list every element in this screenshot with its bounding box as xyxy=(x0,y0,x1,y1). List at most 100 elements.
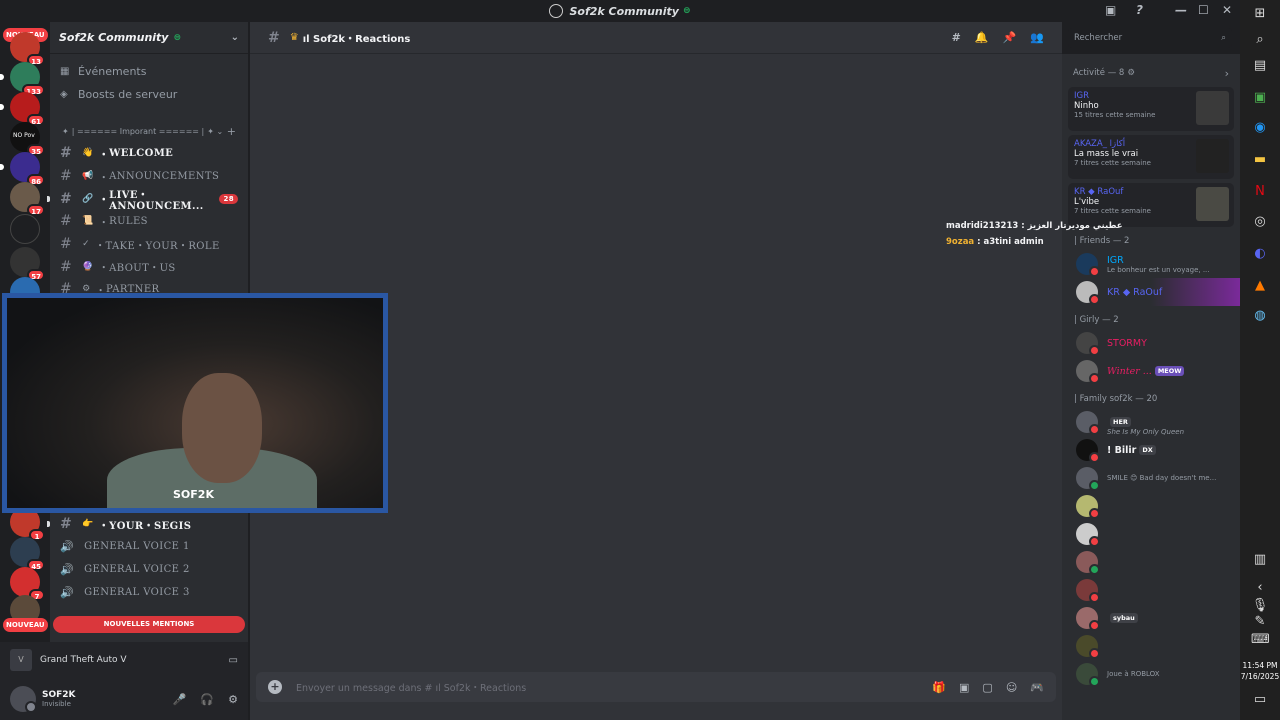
apps-icon[interactable]: 🎮 xyxy=(1030,681,1044,694)
edge-icon[interactable]: ◉ xyxy=(1251,120,1269,138)
inbox-icon[interactable]: ▣ xyxy=(1105,3,1116,17)
member-item[interactable]: ! Bilir DX xyxy=(1062,436,1240,464)
server-icon[interactable]: 86 xyxy=(0,152,45,186)
member-item[interactable]: SMILE 😊 Bad day doesn't me... xyxy=(1062,464,1240,492)
channel-rules[interactable]: # 📜 ・ RULES xyxy=(50,210,248,233)
avatar[interactable] xyxy=(10,686,37,713)
chevron-right-icon[interactable]: › xyxy=(1225,67,1229,80)
server-icon[interactable]: 61 xyxy=(0,92,45,126)
obs-icon[interactable]: ◎ xyxy=(1251,214,1269,232)
activity-header[interactable]: Activité — 8 ⚙ › xyxy=(1062,63,1240,83)
clock-date: 7/16/2025 xyxy=(1240,672,1280,681)
screen-share-icon[interactable]: ▭ xyxy=(229,655,238,666)
activity-card[interactable]: AKAZA_ أكازا La mass le vrai 7 titres ce… xyxy=(1068,135,1234,179)
keyboard-icon[interactable]: ⌨ xyxy=(1251,632,1270,650)
member-group-header: | Girly — 2 xyxy=(1074,315,1119,325)
pen-icon[interactable]: ✎ xyxy=(1251,614,1269,632)
server-boosts-link[interactable]: ◈ Boosts de serveur xyxy=(50,83,248,106)
channel-live-announcements[interactable]: # 🔗 ・ LIVE・ANNOUNCEM... 28 xyxy=(47,187,248,212)
microphone-icon[interactable]: 🎤 xyxy=(173,693,187,706)
member-item[interactable] xyxy=(1062,576,1240,604)
help-icon[interactable]: ? xyxy=(1136,3,1143,17)
member-name: ! Bilir xyxy=(1107,444,1137,456)
widgets-icon[interactable]: ▥ xyxy=(1251,552,1269,570)
search-icon[interactable]: ⌕ xyxy=(1251,32,1269,50)
server-icon[interactable]: 7 xyxy=(10,567,45,601)
sticker-icon[interactable]: ▢ xyxy=(982,681,992,694)
app-icon[interactable]: ▲ xyxy=(1251,278,1269,296)
voice-channel-1[interactable]: 🔊 GENERAL VOICE 1 xyxy=(50,536,248,559)
search-input[interactable]: Rechercher ⌕ xyxy=(1068,28,1232,48)
channel-label: ANNOUNCEMENTS xyxy=(109,170,220,182)
category-header[interactable]: ✦ | ====== Imporant ====== | ✦ ⌄ + xyxy=(50,120,248,142)
server-icon[interactable]: 13 xyxy=(10,32,45,66)
headphones-icon[interactable]: 🎧 xyxy=(200,693,214,706)
member-name: IGR xyxy=(1107,254,1124,266)
steam-icon[interactable]: ◍ xyxy=(1251,308,1269,326)
member-item[interactable] xyxy=(1062,548,1240,576)
avatar xyxy=(1076,281,1100,305)
member-item[interactable]: sybau xyxy=(1062,604,1240,632)
member-item[interactable]: IGR Le bonheur est un voyage, ... xyxy=(1062,250,1240,278)
member-item[interactable]: Winter ... MEOW xyxy=(1062,357,1240,385)
chat-text: عطيني موديرتار العزيز xyxy=(1027,221,1123,231)
member-item[interactable]: HER She Is My Only Queen xyxy=(1062,408,1240,436)
add-channel-icon[interactable]: + xyxy=(227,125,236,138)
member-item[interactable]: KR ◆ RaOuf xyxy=(1062,278,1240,306)
clock[interactable]: 11:54 PM 7/16/2025 xyxy=(1240,660,1280,682)
member-item[interactable] xyxy=(1062,492,1240,520)
gear-icon[interactable]: ⚙ xyxy=(228,693,238,706)
voice-channel-3[interactable]: 🔊 GENERAL VOICE 3 xyxy=(50,581,248,604)
message-input[interactable]: Envoyer un message dans # ıl Sof2k・React… xyxy=(296,680,932,694)
member-item[interactable]: STORMY xyxy=(1062,329,1240,357)
events-link[interactable]: ▦ Événements xyxy=(50,60,248,83)
task-view-icon[interactable]: ▤ xyxy=(1251,58,1269,76)
chevron-left-icon[interactable]: ‹ xyxy=(1251,580,1269,598)
new-mentions-button[interactable]: NOUVELLES MENTIONS xyxy=(53,616,245,633)
member-item[interactable] xyxy=(1062,632,1240,660)
threads-icon[interactable]: # xyxy=(952,31,961,44)
store-icon[interactable]: ▣ xyxy=(1251,90,1269,108)
maximize-button[interactable]: ☐ xyxy=(1198,3,1209,17)
chevron-down-icon[interactable]: ⌄ xyxy=(231,32,239,43)
member-tag: HER xyxy=(1110,416,1131,427)
member-item[interactable]: Joue à ROBLOX xyxy=(1062,660,1240,688)
members-icon[interactable]: 👥 xyxy=(1030,31,1044,44)
channel-your-segis[interactable]: # 👉 ・ YOUR・SEGIS xyxy=(47,513,248,536)
guild-header[interactable]: Sof2k Community ⊜ ⌄ xyxy=(50,22,248,54)
discord-icon[interactable]: ◐ xyxy=(1251,246,1269,264)
channel-header: # ♛ ıl Sof2k・Reactions # 🔔 📌 👥 xyxy=(250,22,1062,54)
hash-icon: # xyxy=(60,168,73,185)
member-item[interactable] xyxy=(1062,520,1240,548)
channel-about-us[interactable]: # 🔮 ・ ABOUT・US xyxy=(50,255,248,278)
server-icon[interactable]: 17 xyxy=(10,182,45,216)
activity-card[interactable]: IGR Ninho 15 titres cette semaine xyxy=(1068,87,1234,131)
notification-icon[interactable]: ▭ xyxy=(1251,692,1269,710)
close-button[interactable]: ✕ xyxy=(1222,3,1232,17)
netflix-icon[interactable]: N xyxy=(1251,184,1269,202)
minimize-button[interactable]: — xyxy=(1175,3,1187,17)
add-attachment-button[interactable]: + xyxy=(268,680,282,694)
server-icon[interactable]: 57 xyxy=(10,247,45,281)
channel-take-your-role[interactable]: # ✓ ・ TAKE・YOUR・ROLE xyxy=(50,233,248,256)
channel-welcome[interactable]: # 👋 ・ WELCOME xyxy=(50,142,248,165)
emoji-icon[interactable]: ☺ xyxy=(1006,681,1017,694)
server-icon[interactable] xyxy=(10,214,40,244)
server-icon[interactable]: NO Pov 35 xyxy=(10,122,45,156)
pin-icon[interactable]: 📌 xyxy=(1003,31,1017,44)
channel-announcements[interactable]: # 📢 ・ ANNOUNCEMENTS xyxy=(50,165,248,188)
server-icon[interactable]: 45 xyxy=(10,537,45,571)
avatar xyxy=(1076,635,1100,659)
avatar xyxy=(1076,551,1100,575)
windows-start-icon[interactable]: ⊞ xyxy=(1251,6,1269,24)
server-icon[interactable]: 133 xyxy=(0,62,45,96)
file-explorer-icon[interactable]: ▬ xyxy=(1251,152,1269,170)
voice-channel-2[interactable]: 🔊 GENERAL VOICE 2 xyxy=(50,558,248,581)
stream-chat-overlay: madridi213213 : عطيني موديرتار العزيز 9o… xyxy=(946,221,1123,253)
member-tag: MEOW xyxy=(1154,366,1185,376)
album-thumbnail xyxy=(1196,91,1229,125)
gif-icon[interactable]: ▣ xyxy=(959,681,969,694)
bell-icon[interactable]: 🔔 xyxy=(975,31,989,44)
gear-icon[interactable]: ⚙ xyxy=(1127,68,1135,78)
gift-icon[interactable]: 🎁 xyxy=(932,681,946,694)
